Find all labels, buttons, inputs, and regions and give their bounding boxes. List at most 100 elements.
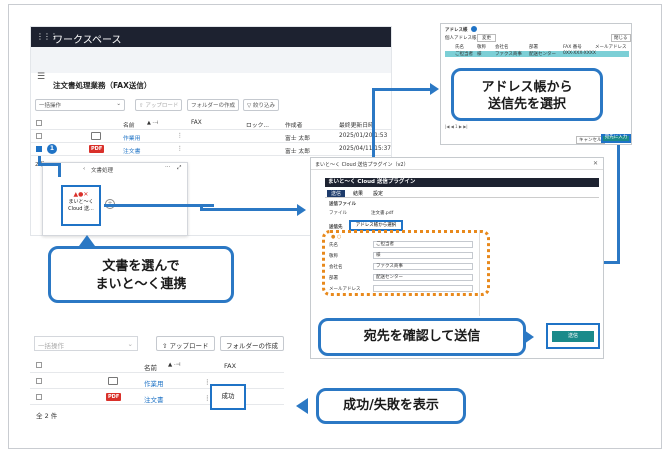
flow-arrow [104, 204, 214, 207]
arrow-head [297, 204, 306, 216]
doc-process-title: 文書処理 [91, 168, 114, 174]
chevron-down-icon: ⌄ [127, 340, 133, 348]
row-checkbox[interactable] [36, 394, 42, 400]
flow-arrow [617, 145, 620, 263]
table-header: 名前 ▲ ·⊣ FAX [30, 358, 284, 373]
folder-icon [91, 132, 101, 140]
row-more-icon[interactable]: ⋮ [177, 133, 183, 139]
app-label-1: まいと～く [68, 199, 94, 205]
table-row[interactable]: 作業用 ⋮ 富士 太郎 2025/01/20 1:53 [31, 130, 391, 143]
callout-address-book: アドレス帳から 送信先を選択 [451, 68, 603, 121]
menu-icon[interactable]: ☰ [37, 72, 47, 82]
workspace-header: ⋮⋮⋮ ワークスペース [31, 27, 391, 47]
col-fax: FAX [191, 120, 202, 126]
row-creator: 富士 太郎 [285, 149, 311, 155]
select-all-checkbox[interactable] [36, 362, 42, 368]
ab-col-company: 会社名 [495, 45, 509, 50]
upload-button[interactable]: ⇧ アップロード [156, 336, 215, 351]
ab-col-dept: 部署 [529, 45, 538, 50]
upload-label: アップロード [169, 342, 209, 350]
tab-settings[interactable]: 設定 [369, 190, 387, 197]
ab-col-fax: FAX 番号 [563, 45, 582, 50]
change-button[interactable]: 変更 [477, 34, 496, 42]
row-checkbox[interactable] [36, 378, 42, 384]
plugin-tabs: 送信 結果 設定 [325, 190, 599, 198]
chevron-down-icon: ⌄ [116, 101, 121, 107]
total-count: 全 2 件 [36, 412, 58, 420]
app-label-2: Cloud 送... [68, 206, 94, 212]
send-button[interactable]: 送信 [552, 331, 594, 342]
ab-cell: ファクス商事 [495, 52, 522, 57]
close-icon[interactable]: ✕ [593, 160, 598, 167]
create-folder-button[interactable]: フォルダーの作成 [220, 336, 284, 351]
callout-show-result: 成功/失敗を表示 [316, 388, 466, 424]
row-name[interactable]: 作業用 [144, 378, 164, 388]
col-lock: ロック... [246, 123, 269, 129]
callout-address-book-line1: アドレス帳から [481, 80, 573, 95]
row-name[interactable]: 注文書 [123, 146, 140, 155]
fax-status-success: 成功 [210, 384, 246, 410]
close-button[interactable]: 閉じる [611, 34, 631, 42]
pagination[interactable]: |◀ ◀ 1 ▶ ▶| [445, 124, 545, 129]
flow-arrow [58, 163, 61, 177]
tab-result[interactable]: 結果 [349, 190, 367, 197]
row-name[interactable]: 注文書 [144, 394, 164, 404]
select-all-checkbox[interactable] [36, 120, 42, 126]
row-checkbox-checked[interactable] [36, 146, 42, 152]
row-more-icon[interactable]: ⋮ [177, 146, 183, 152]
plugin-titlebar [311, 158, 603, 170]
arrow-head [430, 83, 439, 95]
page-title: 注文書処理業務（FAX送信） [53, 81, 152, 90]
ab-cell: 様 [477, 52, 482, 57]
address-table-header: 氏名 敬称 会社名 部署 FAX 番号 メールアドレス [445, 44, 629, 50]
ab-col-name: 氏名 [455, 45, 464, 50]
more-icon[interactable]: ··· [165, 164, 170, 170]
sort-asc-icon: ▲ ·⊣ [147, 120, 159, 126]
row-name[interactable]: 作業用 [123, 133, 140, 142]
row-updated: 2025/01/20 1:53 [339, 133, 388, 139]
ab-col-honorific: 敬称 [477, 45, 486, 50]
folder-icon [108, 377, 118, 385]
ab-col-email: メールアドレス [595, 45, 627, 50]
workspace-title: ワークスペース [53, 35, 122, 46]
address-book-title: アドレス帳 [445, 28, 468, 33]
ab-cell: ご担当者 [455, 52, 473, 57]
callout-pointer [296, 398, 308, 414]
ab-cell: 配送センター [529, 52, 556, 57]
flow-arrow [372, 88, 432, 91]
help-icon[interactable] [471, 26, 477, 32]
tab-send[interactable]: 送信 [327, 190, 346, 197]
create-folder-button[interactable]: フォルダーの作成 [187, 99, 240, 111]
bulk-select[interactable]: 一括操作 ⌄ [34, 336, 138, 351]
ab-cell: 0XX-XXX-XXXX [563, 51, 596, 56]
bulk-select[interactable]: 一括操作 ⌄ [35, 99, 125, 111]
expand-icon[interactable]: ⤢ [177, 165, 181, 172]
col-name[interactable]: 名前 [144, 362, 157, 372]
callout-select-doc-line1: 文書を選んで [102, 259, 180, 274]
row-checkbox[interactable] [36, 133, 42, 139]
upload-icon: ⇧ [139, 103, 144, 109]
col-name[interactable]: 名前 [123, 120, 135, 129]
mytalk-app-tile[interactable]: ▲●✕ まいと～く Cloud 送... [61, 185, 101, 226]
file-label: ファイル [329, 211, 347, 216]
send-file-heading: 送信ファイル [329, 202, 356, 207]
address-row-selected[interactable]: ご担当者 様 ファクス商事 配送センター 0XX-XXX-XXXX [445, 51, 629, 57]
filter-button[interactable]: ▽ 絞り込み [243, 99, 279, 111]
callout-select-doc: 文書を選んで まいと～く連携 [48, 246, 234, 303]
table-row[interactable]: 1 PDF 注文書 ⋮ 富士 太郎 2025/04/11 15:37 [31, 143, 391, 156]
flow-arrow [200, 208, 300, 211]
flow-arrow [38, 163, 60, 166]
create-folder-label: フォルダーの作成 [191, 103, 236, 109]
filter-icon: ▽ [247, 103, 252, 109]
upload-icon: ⇧ [162, 342, 168, 350]
upload-button[interactable]: ⇧ アップロード [135, 99, 183, 111]
bulk-select-label: 一括操作 [39, 103, 62, 109]
col-fax: FAX [224, 362, 237, 370]
plugin-right-pane [479, 230, 599, 316]
register-recipient-button[interactable]: 宛先に入力 [601, 134, 631, 143]
callout-select-doc-line2: まいと～く連携 [95, 277, 187, 292]
result-list-panel: 一括操作 ⌄ ⇧ アップロード フォルダーの作成 名前 ▲ ·⊣ FAX 作業用… [30, 330, 284, 426]
back-icon[interactable]: ‹ [83, 166, 85, 172]
doc-process-popup: ‹ 文書処理 ··· ⤢ ▲●✕ まいと～く Cloud 送... + [42, 162, 188, 236]
callout-address-book-line2: 送信先を選択 [487, 97, 566, 112]
